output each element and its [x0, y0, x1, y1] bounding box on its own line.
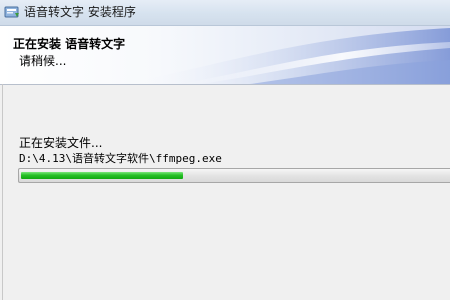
install-progress-bar — [18, 168, 450, 183]
installer-header: 正在安装 语音转文字 请稍候... — [0, 26, 450, 85]
current-file-path: D:\4.13\语音转文字软件\ffmpeg.exe — [19, 152, 222, 165]
panel-border — [2, 84, 3, 300]
header-title: 正在安装 语音转文字 — [13, 37, 126, 51]
install-status-label: 正在安装文件... — [19, 136, 103, 150]
installer-icon — [4, 4, 20, 20]
installer-window: 语音转文字 安装程序 正在安装 语音转文字 请稍候... 正在安装文件... D… — [0, 0, 450, 300]
title-bar[interactable]: 语音转文字 安装程序 — [0, 0, 450, 26]
header-subtitle: 请稍候... — [19, 54, 67, 68]
install-progress-fill — [21, 172, 183, 179]
window-title: 语音转文字 安装程序 — [24, 5, 136, 19]
